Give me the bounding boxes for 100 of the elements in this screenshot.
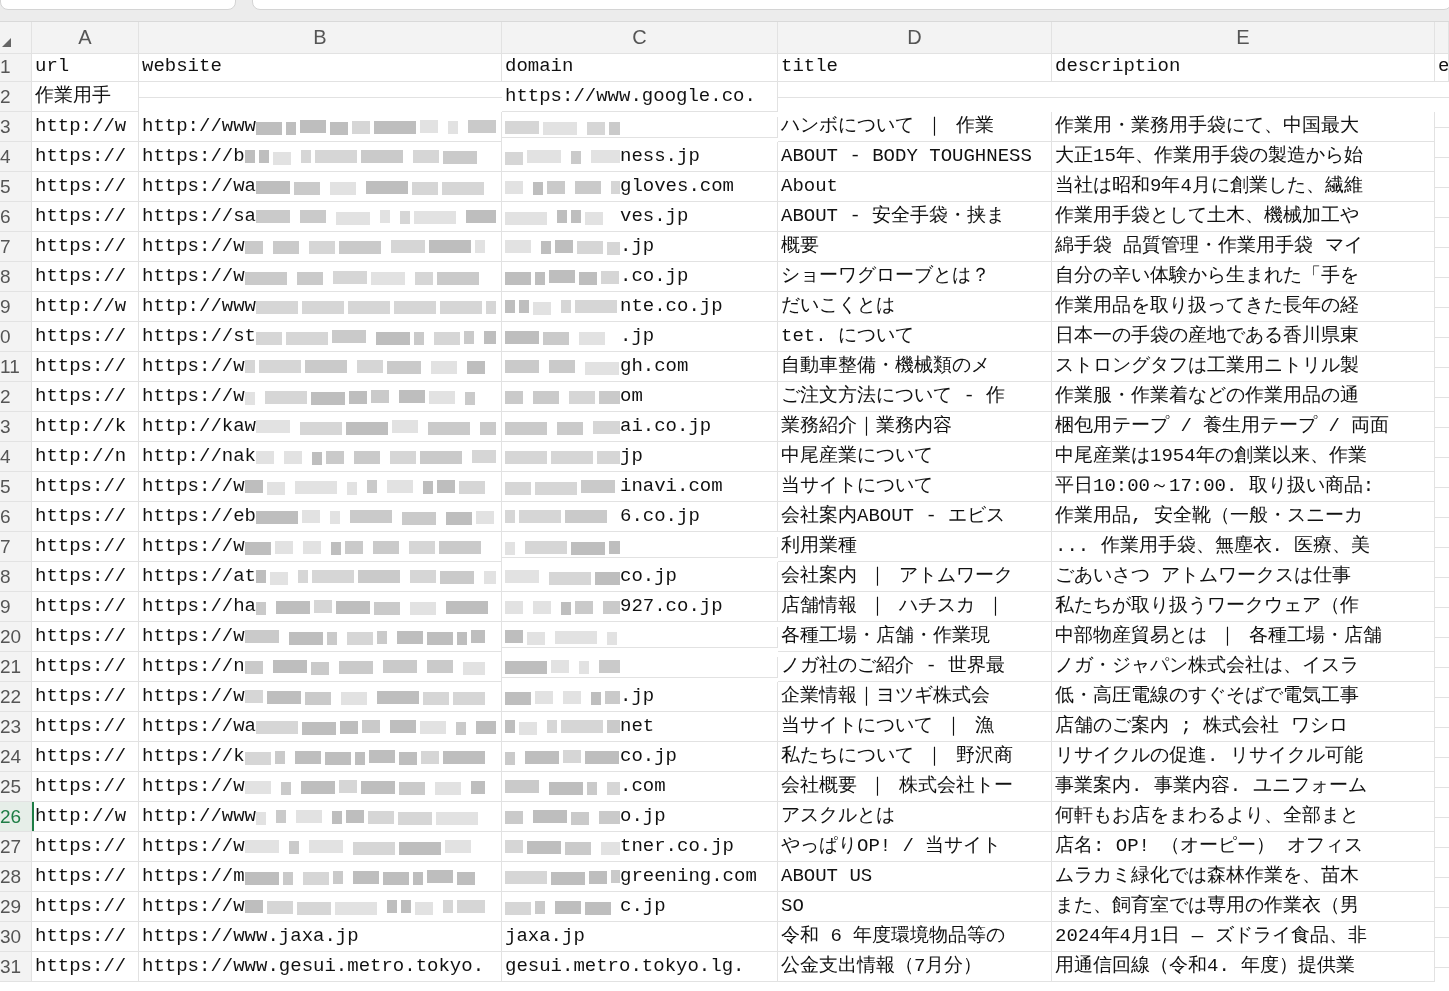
row-header[interactable]: 24 (0, 742, 32, 772)
column-header[interactable]: C (502, 22, 778, 54)
table-cell: https://www.gesui.metro.tokyo. (139, 952, 502, 982)
table-cell: domain (502, 52, 778, 82)
row-header[interactable]: 9 (0, 292, 32, 322)
column-header[interactable]: D (778, 22, 1052, 54)
row-header[interactable]: 8 (0, 562, 32, 592)
row-header[interactable]: 26 (0, 802, 32, 832)
table-cell-text: .jp (620, 234, 655, 259)
row-header[interactable]: 5 (0, 172, 32, 202)
table-cell-text: https://n (142, 654, 245, 679)
row-header[interactable]: 20 (0, 622, 32, 652)
table-cell-text: https://b (142, 144, 245, 169)
row-header[interactable]: 4 (0, 142, 32, 172)
table-cell-text: ves.jp (620, 204, 689, 229)
row-header[interactable]: 3 (0, 112, 32, 142)
table-cell: SO (778, 892, 1052, 922)
table-cell: 作業用手 (32, 82, 139, 112)
table-cell: https:// (32, 622, 139, 652)
table-cell: http://w (32, 112, 139, 142)
column-header[interactable] (1435, 22, 1449, 54)
table-cell: 大正15年、作業用手袋の製造から始 (1052, 142, 1435, 172)
row-header[interactable]: 31 (0, 952, 32, 982)
column-header[interactable]: A (32, 22, 139, 54)
table-cell: 企業情報｜ヨツギ株式会 (778, 682, 1052, 712)
table-cell-text: https://w (142, 384, 245, 409)
row-header[interactable]: 29 (0, 892, 32, 922)
table-cell: 作業用品, 安全靴（一般・スニーカ (1052, 502, 1435, 532)
table-cell: 会社案内 ｜ アトムワーク (778, 562, 1052, 592)
table-cell: https:// (32, 352, 139, 382)
table-cell: https:// (32, 382, 139, 412)
row-header[interactable]: 2 (0, 82, 32, 112)
row-header[interactable]: 8 (0, 262, 32, 292)
table-cell: 中尾産業について (778, 442, 1052, 472)
row-header[interactable]: 6 (0, 202, 32, 232)
table-cell-text: tner.co.jp (620, 834, 735, 859)
table-cell: https:// (32, 682, 139, 712)
table-cell: https://www.google.co. (502, 82, 778, 112)
row-header[interactable]: 7 (0, 532, 32, 562)
table-cell: http://n (32, 442, 139, 472)
table-cell: https:// (32, 652, 139, 682)
row-header[interactable]: 11 (0, 352, 32, 382)
table-cell: ABOUT - 安全手袋・挟ま (778, 202, 1052, 232)
table-cell: また、飼育室では専用の作業衣（男 (1052, 892, 1435, 922)
table-cell: https:// (32, 172, 139, 202)
table-cell: https:// (32, 562, 139, 592)
table-cell: https:// (32, 472, 139, 502)
table-cell-text: https://wa (142, 174, 257, 199)
table-cell: 会社案内ABOUT - エビス (778, 502, 1052, 532)
table-cell: 当社は昭和9年4月に創業した、繊維 (1052, 172, 1435, 202)
column-header[interactable]: B (139, 22, 502, 54)
table-cell: https:// (32, 832, 139, 862)
row-header[interactable]: 0 (0, 322, 32, 352)
table-cell-text: .jp (620, 324, 655, 349)
table-cell-text: om (620, 384, 643, 409)
row-header[interactable]: 4 (0, 442, 32, 472)
table-cell: 私たちが取り扱うワークウェア（作 (1052, 592, 1435, 622)
table-cell: 利用業種 (778, 532, 1052, 562)
column-header[interactable]: E (1052, 22, 1435, 54)
row-header[interactable]: 25 (0, 772, 32, 802)
table-cell: ショーワグローブとは？ (778, 262, 1052, 292)
table-cell: 令和 6 年度環境物品等の (778, 922, 1052, 952)
select-all-icon[interactable] (2, 38, 11, 47)
table-cell-text: https://w (142, 624, 245, 649)
table-cell-text: 927.co.jp (620, 594, 723, 619)
row-header[interactable]: 21 (0, 652, 32, 682)
table-cell-text: https://w (142, 474, 245, 499)
table-cell-text: https://w (142, 834, 245, 859)
table-cell-text: ness.jp (620, 144, 700, 169)
row-header[interactable]: 7 (0, 232, 32, 262)
row-header[interactable]: 5 (0, 472, 32, 502)
row-header[interactable]: 23 (0, 712, 32, 742)
row-header[interactable]: 2 (0, 382, 32, 412)
row-header[interactable]: 1 (0, 52, 32, 82)
table-cell: http://k (32, 412, 139, 442)
row-header[interactable]: 28 (0, 862, 32, 892)
table-cell: だいこくとは (778, 292, 1052, 322)
row-header[interactable]: 27 (0, 832, 32, 862)
row-header[interactable]: 6 (0, 502, 32, 532)
table-cell: https:// (32, 862, 139, 892)
table-cell: 業務紹介｜業務内容 (778, 412, 1052, 442)
table-cell-text: co.jp (620, 564, 677, 589)
table-cell: 梱包用テープ / 養生用テープ / 両面 (1052, 412, 1435, 442)
row-header[interactable]: 3 (0, 412, 32, 442)
table-cell-text: greening.com (620, 864, 757, 889)
row-header[interactable]: 22 (0, 682, 32, 712)
table-cell: 平日10:00～17:00. 取り扱い商品: (1052, 472, 1435, 502)
table-cell-text: https://w (142, 354, 245, 379)
table-cell-text: ai.co.jp (620, 414, 712, 439)
table-cell: https://www.jaxa.jp (139, 922, 502, 952)
table-cell: ノガ・ジャパン株式会社は、イスラ (1052, 652, 1435, 682)
table-cell: https:// (32, 532, 139, 562)
table-cell: 作業用・業務用手袋にて、中国最大 (1052, 112, 1435, 142)
table-cell: http://w (32, 292, 139, 322)
table-cell: やっぱりOP! / 当サイト (778, 832, 1052, 862)
table-cell: https:// (32, 892, 139, 922)
table-cell: 低・高圧電線のすぐそばで電気工事 (1052, 682, 1435, 712)
row-header[interactable]: 30 (0, 922, 32, 952)
table-cell-text: .jp (620, 684, 655, 709)
row-header[interactable]: 9 (0, 592, 32, 622)
